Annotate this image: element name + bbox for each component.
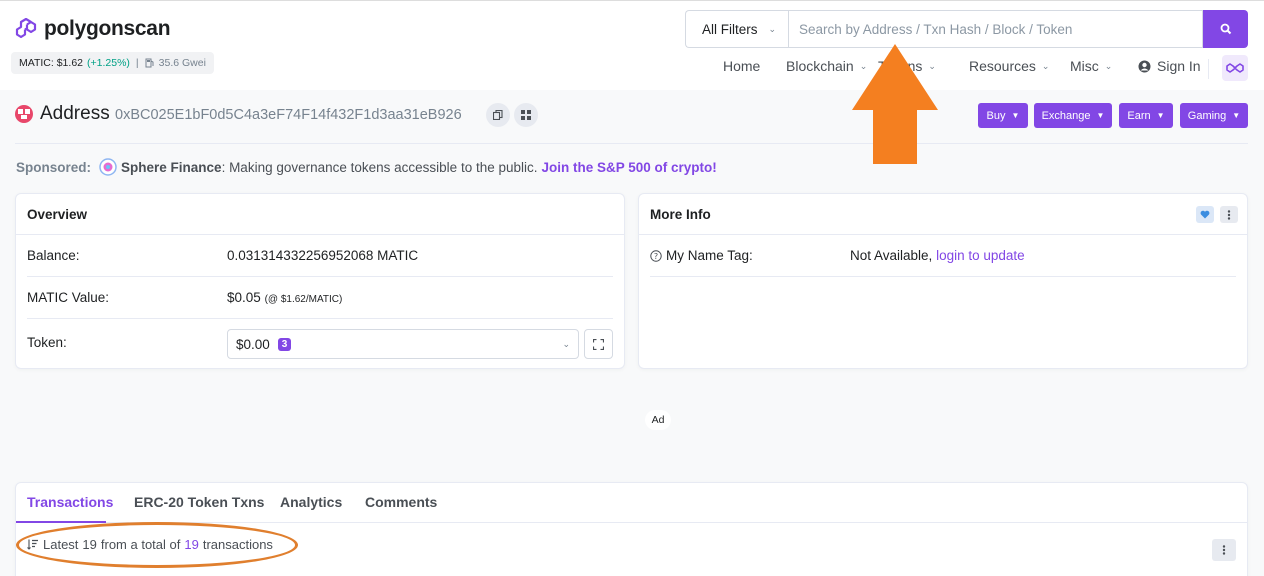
more-info-title: More Info: [639, 194, 1247, 235]
nav-divider: [1208, 59, 1209, 79]
heart-icon: [1200, 210, 1210, 219]
divider: [15, 143, 1248, 144]
more-info-card: More Info ? My Name Tag: Not Available, …: [638, 193, 1248, 369]
polygon-logo-icon: [1226, 63, 1244, 73]
network-switch-button[interactable]: [1222, 55, 1248, 81]
ad-label: Ad: [645, 410, 671, 430]
copy-icon: [493, 110, 503, 120]
chevron-down-icon: ⌄: [768, 23, 776, 34]
earn-button[interactable]: Earn ▼: [1119, 103, 1173, 128]
page-title: Address: [40, 103, 110, 124]
chevron-down-icon: ⌄: [1041, 60, 1050, 71]
nav-home-label: Home: [723, 58, 761, 74]
row-divider: [27, 318, 613, 319]
site-logo[interactable]: polygonscan: [14, 17, 171, 41]
tab-erc20-token-txns[interactable]: ERC-20 Token Txns: [134, 494, 264, 510]
sign-in-link[interactable]: Sign In: [1138, 58, 1201, 74]
search-button[interactable]: [1203, 10, 1248, 48]
matic-value-note: (@ $1.62/MATIC): [264, 294, 343, 305]
more-options-button[interactable]: [1220, 206, 1238, 223]
balance-row: Balance: 0.031314332256952068 MATIC: [27, 235, 613, 276]
active-tab-indicator: [16, 521, 106, 523]
qr-code-button[interactable]: [514, 103, 538, 127]
transactions-options-button[interactable]: [1212, 539, 1236, 561]
nav-home[interactable]: Home: [723, 58, 760, 74]
search-icon: [1220, 23, 1231, 35]
sponsor-text: : Making governance tokens accessible to…: [221, 159, 538, 175]
exchange-button[interactable]: Exchange ▼: [1034, 103, 1112, 128]
search-bar: All Filters ⌄: [685, 10, 1248, 48]
nav-misc-label: Misc: [1070, 58, 1099, 74]
more-vertical-icon: [1222, 545, 1226, 555]
annotation-arrow-icon: [852, 44, 938, 164]
address-hash: 0xBC025E1bF0d5C4a3eF74F14f432F1d3aa31eB9…: [115, 107, 462, 123]
search-input[interactable]: [788, 10, 1203, 48]
logo-text: polygonscan: [44, 17, 171, 40]
favorite-button[interactable]: [1196, 206, 1214, 223]
tab-analytics[interactable]: Analytics: [280, 494, 342, 510]
user-circle-icon: [1138, 60, 1151, 72]
gaming-label: Gaming: [1187, 109, 1227, 122]
row-divider: [650, 276, 1236, 277]
balance-value: 0.031314332256952068 MATIC: [227, 248, 419, 263]
chevron-down-icon: ▼: [1232, 111, 1241, 120]
sponsor-name[interactable]: Sphere Finance: [121, 160, 222, 175]
address-header: Address 0xBC025E1bF0d5C4a3eF74F14f432F1d…: [0, 100, 1264, 130]
name-tag-value: Not Available,: [850, 248, 933, 263]
expand-icon: [593, 338, 604, 350]
filter-label: All Filters: [702, 21, 758, 37]
sponsored-banner: Sponsored: Sphere Finance: Making govern…: [16, 158, 717, 176]
name-tag-label: My Name Tag:: [666, 248, 753, 263]
expand-token-button[interactable]: [584, 329, 613, 359]
buy-button[interactable]: Buy ▼: [978, 103, 1028, 128]
matic-value-amount: $0.05: [227, 290, 261, 305]
polygon-logo-icon: [15, 18, 37, 39]
svg-text:?: ?: [654, 252, 658, 261]
sign-in-label: Sign In: [1157, 58, 1201, 74]
filter-select[interactable]: All Filters ⌄: [685, 10, 788, 48]
matic-value-label: MATIC Value:: [27, 290, 110, 305]
more-vertical-icon: [1227, 209, 1231, 220]
chevron-down-icon: ⌄: [562, 338, 570, 349]
exchange-label: Exchange: [1041, 109, 1091, 122]
buy-label: Buy: [986, 109, 1006, 122]
matic-value-row: MATIC Value: $0.05 (@ $1.62/MATIC): [27, 277, 613, 318]
overview-card: Overview Balance: 0.031314332256952068 M…: [15, 193, 625, 369]
chevron-down-icon: ▼: [1156, 111, 1165, 120]
overview-title: Overview: [16, 194, 624, 235]
nav-resources[interactable]: Resources ⌄: [969, 58, 1049, 74]
annotation-ellipse: [16, 522, 298, 568]
chevron-down-icon: ⌄: [1104, 60, 1113, 71]
sponsor-link[interactable]: Join the S&P 500 of crypto!: [542, 160, 717, 175]
sphere-finance-logo-icon: [99, 158, 117, 176]
sponsored-label: Sponsored:: [16, 159, 92, 175]
balance-label: Balance:: [27, 248, 80, 263]
address-avatar-icon: [15, 105, 33, 123]
gaming-button[interactable]: Gaming ▼: [1180, 103, 1248, 128]
chevron-down-icon: ▼: [1096, 111, 1105, 120]
tab-comments[interactable]: Comments: [365, 494, 437, 510]
name-tag-row: ? My Name Tag: Not Available, login to u…: [650, 235, 1236, 276]
copy-address-button[interactable]: [486, 103, 510, 127]
tab-transactions[interactable]: Transactions: [27, 494, 113, 510]
nav-resources-label: Resources: [969, 58, 1036, 74]
token-dropdown[interactable]: $0.00 3 ⌄: [227, 329, 579, 359]
token-label: Token:: [27, 335, 67, 350]
qr-code-icon: [521, 110, 531, 120]
nav-blockchain-label: Blockchain: [786, 58, 854, 74]
main-nav: Home Blockchain ⌄ Tokens ⌄ Resources ⌄ M…: [0, 55, 1264, 81]
login-link[interactable]: login to update: [936, 248, 1025, 263]
token-count-badge: 3: [277, 337, 292, 351]
token-value: $0.00: [236, 336, 270, 352]
question-circle-icon[interactable]: ?: [650, 249, 662, 262]
nav-misc[interactable]: Misc ⌄: [1070, 58, 1112, 74]
earn-label: Earn: [1127, 109, 1151, 122]
site-header: polygonscan MATIC: $1.62 (+1.25%) | 35.6…: [0, 0, 1264, 90]
tab-bar: Transactions ERC-20 Token Txns Analytics…: [16, 483, 1247, 523]
chevron-down-icon: ▼: [1011, 111, 1020, 120]
